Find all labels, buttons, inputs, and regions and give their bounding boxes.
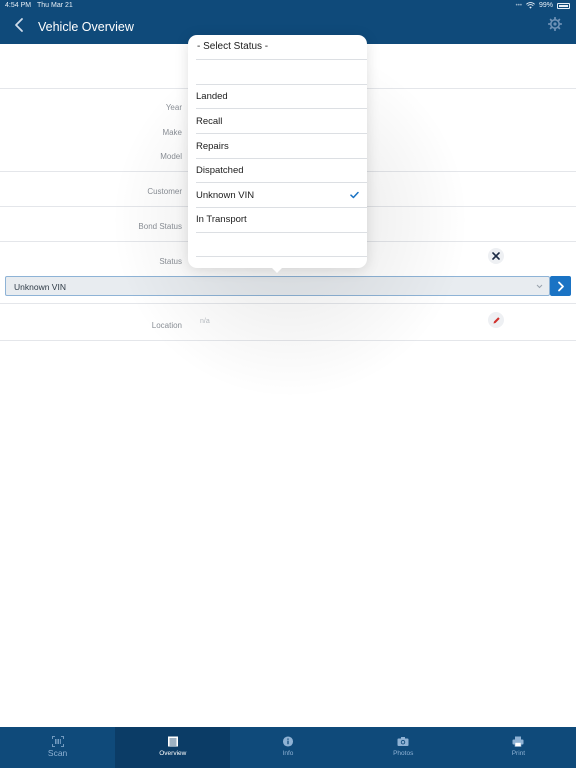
location-value: n/a [200,318,210,325]
dropdown-option-repairs[interactable]: Repairs [196,134,367,158]
checkmark-icon [350,191,359,199]
list-icon [167,736,178,747]
dropdown-option-recall[interactable]: Recall [196,109,367,133]
chevron-left-icon[interactable] [12,17,26,33]
tab-print[interactable]: Print [461,727,576,768]
dropdown-option-label: Recall [196,116,223,127]
location-label: Location [151,321,182,330]
dropdown-option-unknown-vin[interactable]: Unknown VIN [196,183,367,207]
tab-bar: Scan Overview Info Photos Print [0,727,576,768]
tab-label: Overview [159,750,187,757]
pencil-icon [493,316,500,323]
dropdown-option-label: Landed [196,91,228,102]
dropdown-option-in-transport[interactable]: In Transport [196,207,367,231]
status-select[interactable]: Unknown VIN [5,276,550,296]
year-label: Year [165,103,182,112]
tab-overview[interactable]: Overview [115,727,231,768]
bond-status-label: Bond Status [138,222,182,231]
dropdown-option-blank[interactable] [196,232,367,256]
dropdown-option-label: In Transport [196,214,247,225]
dropdown-option-label: Unknown VIN [196,190,255,201]
close-icon [492,252,500,260]
page-title: Vehicle Overview [38,20,134,34]
printer-icon [512,736,524,747]
barcode-icon [51,736,64,747]
dropdown-option-dispatched[interactable]: Dispatched [196,158,367,182]
gear-icon[interactable] [548,17,562,31]
status-time: 4:54 PM [5,2,32,9]
tab-label: Print [511,750,526,757]
info-icon [282,736,294,747]
dropdown-header[interactable]: - Select Status - [197,35,368,59]
chevron-down-icon [536,284,543,289]
tab-label: Scan [47,748,68,758]
make-label: Make [162,128,182,137]
model-label: Model [160,152,182,161]
dropdown-option-label: Repairs [196,141,229,152]
wifi-icon [526,2,535,9]
submit-status-button[interactable] [550,276,571,296]
divider [0,340,576,341]
dropdown-option-landed[interactable]: Landed [196,84,367,108]
divider [196,256,367,257]
battery-icon [557,2,570,9]
battery-percent: 99% [538,2,553,9]
chevron-right-icon [557,281,564,291]
status-select-value: Unknown VIN [14,282,66,292]
status-date: Thu Mar 21 [37,2,73,9]
dropdown-option-label: Dispatched [196,165,244,176]
customer-label: Customer [147,187,182,196]
dropdown-option-blank[interactable] [196,60,367,84]
edit-location-button[interactable] [488,312,504,328]
tab-scan[interactable]: Scan [0,727,115,768]
signal-dots-icon: ••• [515,2,522,9]
tab-info[interactable]: Info [230,727,345,768]
popover-arrow [270,266,284,273]
tab-label: Info [282,750,294,757]
camera-icon [397,737,409,746]
status-label: Status [159,257,182,266]
divider [0,303,576,304]
status-indicators: ••• 99% [516,2,570,9]
tab-label: Photos [393,750,414,757]
dropdown-header-label: - Select Status - [197,41,269,52]
clear-status-button[interactable] [488,248,504,264]
status-bar: 4:54 PM Thu Mar 21 ••• 99% [0,0,576,12]
status-dropdown: - Select Status - Landed Recall Repairs … [188,35,367,268]
tab-photos[interactable]: Photos [346,727,461,768]
